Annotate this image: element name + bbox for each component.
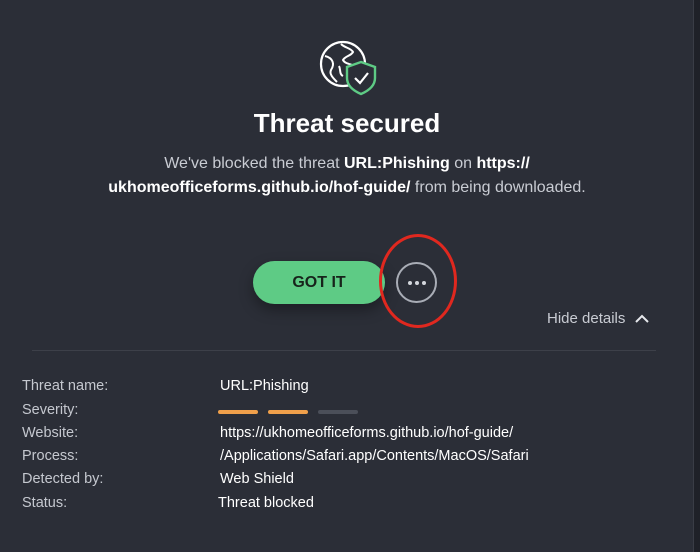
message-middle: on xyxy=(449,155,477,172)
detail-label: Severity: xyxy=(22,402,79,418)
severity-bar xyxy=(318,410,358,414)
more-dot xyxy=(421,280,426,285)
globe-shield-icon xyxy=(319,40,377,96)
more-dot xyxy=(414,280,419,285)
detail-label: Process: xyxy=(22,448,79,464)
message-suffix: from being downloaded. xyxy=(410,179,586,196)
more-horizontal-icon xyxy=(407,280,412,285)
threat-dialog: Threat secured We've blocked the threat … xyxy=(0,0,694,552)
detail-value: URL:Phishing xyxy=(220,378,309,394)
detail-value: https://ukhomeofficeforms.github.io/hof-… xyxy=(220,425,514,441)
dialog-title: Threat secured xyxy=(253,108,441,138)
chevron-up-icon xyxy=(635,314,650,323)
detail-value: Threat blocked xyxy=(218,495,314,511)
detail-value: /Applications/Safari.app/Contents/MacOS/… xyxy=(220,448,529,464)
message-url-part1: https:// xyxy=(476,155,530,172)
detail-value: Web Shield xyxy=(220,471,294,487)
threat-message: We've blocked the threat URL:Phishing on… xyxy=(0,152,694,200)
detail-label: Detected by: xyxy=(22,471,104,487)
divider xyxy=(32,350,656,351)
severity-bar xyxy=(268,410,308,414)
more-options-button[interactable] xyxy=(396,262,437,303)
hide-details-toggle[interactable]: Hide details xyxy=(547,310,650,327)
severity-indicator xyxy=(218,410,358,414)
message-prefix: We've blocked the threat xyxy=(164,155,344,172)
hide-details-label: Hide details xyxy=(547,310,626,327)
detail-label: Website: xyxy=(22,425,79,441)
severity-bar xyxy=(218,410,258,414)
message-url-part2: ukhomeofficeforms.github.io/hof-guide/ xyxy=(108,179,411,196)
detail-label: Status: xyxy=(22,495,68,511)
message-threat: URL:Phishing xyxy=(343,155,450,172)
detail-label: Threat name: xyxy=(22,378,109,394)
window-edge xyxy=(693,0,700,552)
got-it-button[interactable]: GOT IT xyxy=(253,261,385,304)
